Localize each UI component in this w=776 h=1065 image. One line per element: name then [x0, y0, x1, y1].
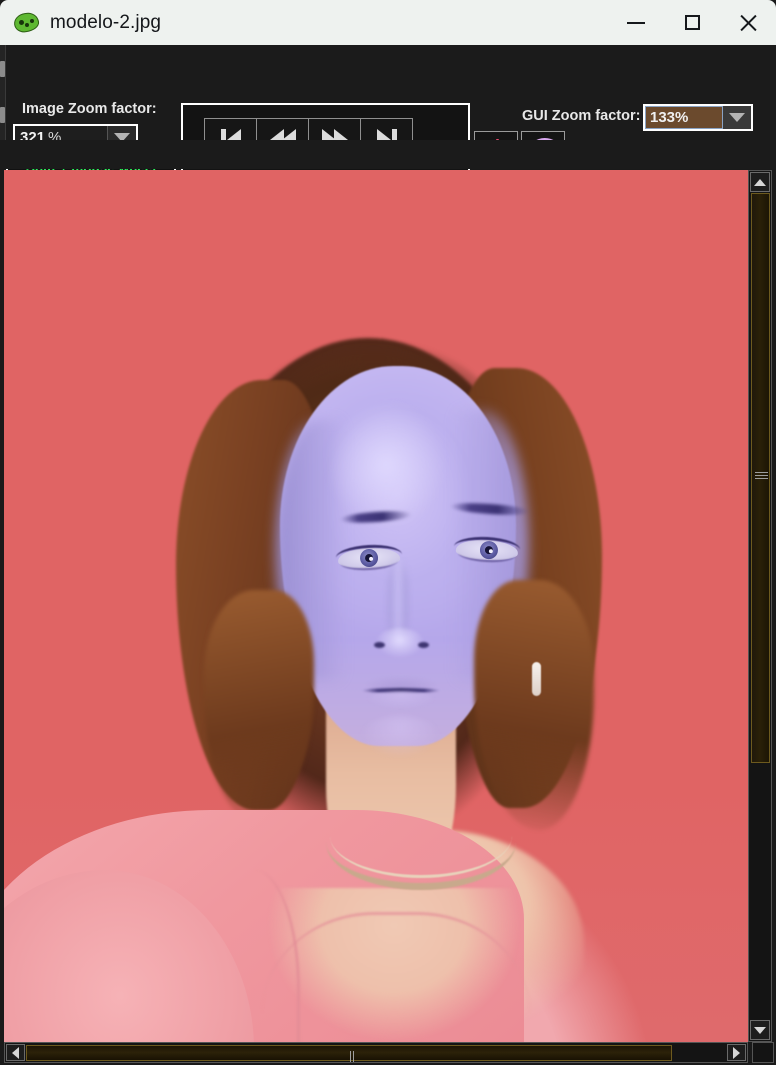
gui-zoom-label: GUI Zoom factor:: [522, 108, 641, 124]
window-controls: [608, 0, 776, 45]
vertical-scrollbar[interactable]: [748, 170, 772, 1042]
triangle-down-icon: [754, 1026, 766, 1034]
minimize-button[interactable]: [608, 0, 664, 45]
close-button[interactable]: [720, 0, 776, 45]
lower-lip: [368, 691, 434, 708]
scrollbar-corner: [752, 1042, 774, 1063]
image-canvas[interactable]: [4, 170, 748, 1042]
application-window: modelo-2.jpg Image Zoom factor: 321 % Sh…: [0, 0, 776, 1065]
horizontal-scrollbar-thumb[interactable]: [26, 1045, 672, 1062]
minimize-icon: [627, 21, 645, 24]
vertical-scrollbar-thumb[interactable]: [751, 193, 770, 763]
gui-zoom-field[interactable]: 133%: [645, 106, 723, 129]
file-name-row: Image file name: N\work\Aplicaciones\Mor…: [0, 140, 776, 307]
toolbar-left-gutter: [0, 45, 6, 140]
scrollbar-grip: [755, 472, 768, 479]
maximize-button[interactable]: [664, 0, 720, 45]
app-palette-blob-icon: [12, 10, 41, 34]
scrollbar-grip: [350, 1049, 357, 1062]
triangle-up-icon: [754, 178, 766, 186]
scroll-up-button[interactable]: [750, 172, 770, 192]
nostril-right: [418, 642, 429, 648]
gui-zoom-dropdown-button[interactable]: [723, 106, 751, 129]
earring: [532, 662, 541, 696]
shoulder-seam: [180, 870, 300, 1042]
title-bar: modelo-2.jpg: [0, 0, 776, 45]
scroll-left-button[interactable]: [6, 1044, 25, 1061]
nostril-left: [374, 642, 385, 648]
scroll-right-button[interactable]: [727, 1044, 746, 1061]
triangle-right-icon: [733, 1046, 740, 1059]
scroll-down-button[interactable]: [750, 1020, 770, 1040]
chin: [362, 716, 438, 756]
window-title: modelo-2.jpg: [50, 11, 162, 33]
portrait-photo: [4, 170, 748, 1042]
gui-zoom-value: 133%: [650, 109, 689, 126]
image-zoom-label: Image Zoom factor:: [22, 101, 157, 117]
chevron-down-icon: [729, 113, 745, 122]
close-icon: [738, 13, 758, 33]
eye-right: [454, 534, 521, 564]
horizontal-scrollbar[interactable]: [4, 1042, 748, 1063]
gui-zoom-combobox[interactable]: 133%: [643, 104, 753, 131]
toolbar: Image Zoom factor: 321 % Shift + mouse w…: [0, 45, 776, 178]
maximize-icon: [684, 15, 700, 30]
triangle-left-icon: [12, 1046, 19, 1059]
